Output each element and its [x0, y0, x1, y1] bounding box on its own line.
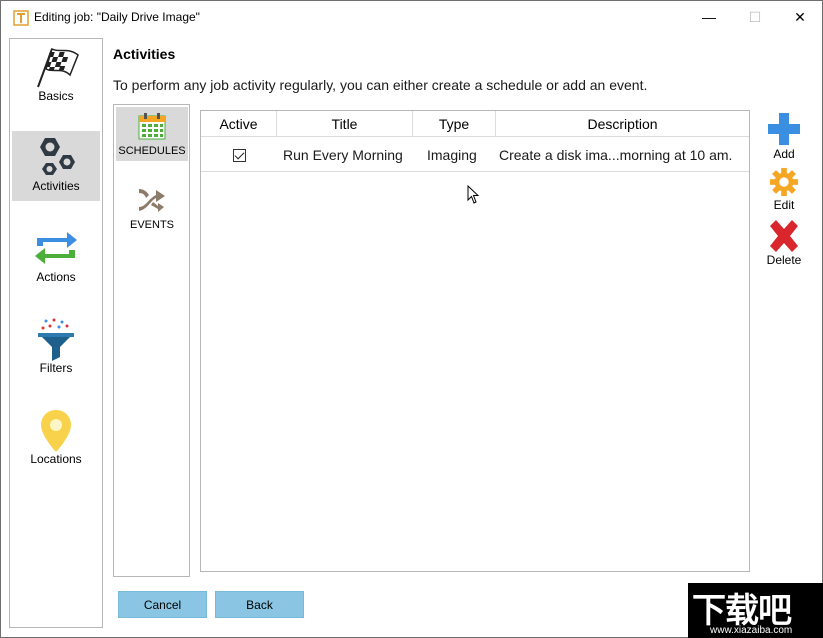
plus-icon — [768, 113, 800, 145]
calendar-icon — [138, 113, 166, 140]
nav-label-actions: Actions — [36, 270, 76, 284]
nav-label-activities: Activities — [32, 179, 80, 193]
delete-x-icon — [770, 220, 798, 252]
delete-button[interactable]: Delete — [764, 220, 804, 267]
close-button[interactable]: ✕ — [777, 1, 823, 33]
column-header-title[interactable]: Title — [277, 111, 413, 137]
tab-label-schedules: SCHEDULES — [118, 145, 186, 157]
map-pin-icon — [41, 410, 71, 452]
column-header-type[interactable]: Type — [413, 111, 496, 137]
page-subtitle: To perform any job activity regularly, y… — [113, 77, 648, 93]
funnel-icon — [38, 318, 74, 361]
back-button[interactable]: Back — [215, 591, 304, 618]
minimize-button[interactable]: — — [686, 1, 732, 33]
active-cell — [233, 138, 246, 172]
nav-item-activities[interactable]: Activities — [12, 131, 100, 201]
fork-arrow-icon — [139, 189, 165, 212]
left-navigation: Basics Activities Actions Filters Locati… — [9, 38, 103, 628]
activity-tabs: SCHEDULES EVENTS — [113, 104, 190, 577]
table-row[interactable]: Run Every Morning Imaging Create a disk … — [201, 138, 749, 172]
nav-label-basics: Basics — [38, 89, 74, 103]
nav-item-basics[interactable]: Basics — [12, 41, 100, 111]
tab-label-events: EVENTS — [129, 219, 174, 231]
title-cell: Run Every Morning — [283, 147, 403, 163]
cancel-button[interactable]: Cancel — [118, 591, 207, 618]
watermark-url: www.xiazaiba.com — [710, 625, 793, 636]
job-editor-window: Editing job: "Daily Drive Image" — ☐ ✕ B… — [0, 0, 823, 638]
description-cell: Create a disk ima...morning at 10 am. — [499, 147, 733, 163]
swap-arrows-icon — [35, 232, 77, 264]
active-checkbox[interactable] — [233, 148, 246, 162]
nav-item-locations[interactable]: Locations — [12, 404, 100, 474]
edit-button[interactable]: Edit — [764, 167, 804, 212]
nav-item-filters[interactable]: Filters — [12, 313, 100, 383]
maximize-button[interactable]: ☐ — [732, 1, 778, 33]
type-cell: Imaging — [427, 147, 477, 163]
add-label: Add — [773, 147, 795, 161]
delete-label: Delete — [766, 253, 802, 267]
site-watermark: 下载吧 www.xiazaiba.com — [688, 583, 823, 638]
column-header-active[interactable]: Active — [201, 111, 277, 137]
column-header-description[interactable]: Description — [496, 111, 749, 137]
window-title: Editing job: "Daily Drive Image" — [34, 10, 200, 24]
title-bar: Editing job: "Daily Drive Image" — ☐ ✕ — [1, 1, 822, 33]
tab-schedules[interactable]: SCHEDULES — [116, 107, 188, 161]
hexagon-nuts-icon — [40, 138, 75, 175]
add-button[interactable]: Add — [764, 112, 804, 161]
nav-item-actions[interactable]: Actions — [12, 222, 100, 292]
app-logo-icon — [13, 10, 29, 26]
mouse-cursor-icon — [467, 185, 480, 204]
checkered-flag-icon — [37, 47, 79, 88]
tab-events[interactable]: EVENTS — [116, 181, 188, 235]
table-header: Active Title Type Description — [201, 111, 749, 137]
page-title: Activities — [113, 46, 176, 62]
gear-icon — [769, 167, 799, 197]
edit-label: Edit — [773, 198, 795, 212]
schedules-table: Active Title Type Description Run Every … — [200, 110, 750, 572]
